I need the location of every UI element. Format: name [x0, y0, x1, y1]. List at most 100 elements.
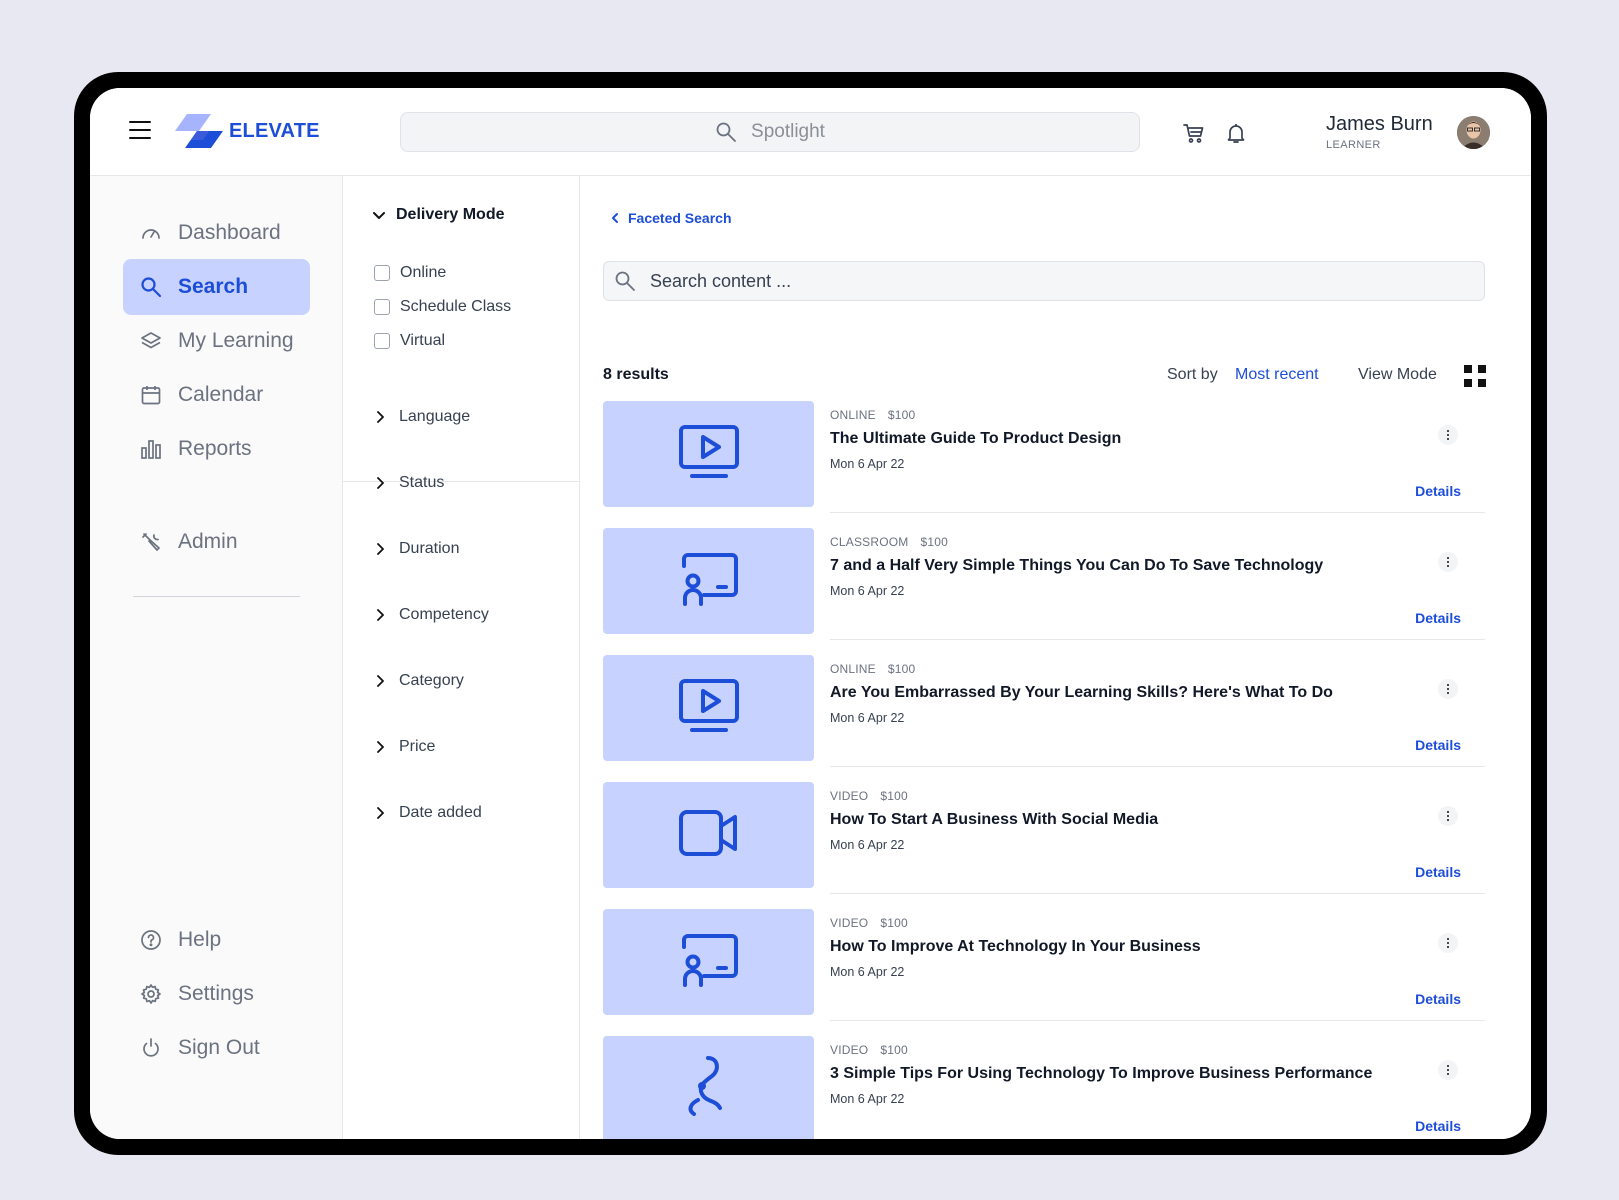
search-icon — [614, 270, 636, 292]
list-item: VIDEO$1003 Simple Tips For Using Technol… — [603, 1036, 1485, 1139]
more-options-icon[interactable] — [1438, 1060, 1458, 1080]
sidebar-item-sign-out[interactable]: Sign Out — [123, 1020, 310, 1076]
avatar[interactable] — [1457, 116, 1490, 149]
course-thumbnail[interactable] — [603, 909, 814, 1015]
grid-view-icon[interactable] — [1464, 365, 1486, 387]
sort-select[interactable]: Most recent — [1235, 366, 1319, 384]
sidebar-item-reports[interactable]: Reports — [123, 421, 310, 477]
sidebar-item-label: Help — [178, 928, 221, 952]
chevron-down-icon — [371, 207, 387, 223]
filter-status[interactable]: Status — [373, 474, 444, 492]
details-link[interactable]: Details — [1415, 991, 1461, 1007]
course-thumbnail[interactable] — [603, 528, 814, 634]
filter-label: Duration — [399, 540, 459, 558]
more-options-icon[interactable] — [1438, 552, 1458, 572]
details-link[interactable]: Details — [1415, 610, 1461, 626]
search-icon — [715, 121, 737, 143]
course-meta: VIDEO$100 — [830, 789, 908, 803]
filter-date-added[interactable]: Date added — [373, 804, 482, 822]
checkbox[interactable] — [374, 333, 390, 349]
sidebar-divider — [133, 596, 300, 597]
sidebar-item-settings[interactable]: Settings — [123, 966, 310, 1022]
main-content: Faceted Search Search content ... 8 resu… — [580, 176, 1531, 1139]
search-placeholder: Search content ... — [650, 271, 791, 292]
checkbox[interactable] — [374, 265, 390, 281]
details-link[interactable]: Details — [1415, 737, 1461, 753]
filter-label: Status — [399, 474, 444, 492]
checkbox-virtual[interactable]: Virtual — [374, 332, 445, 350]
brand-name: ELEVATE — [229, 120, 320, 143]
details-link[interactable]: Details — [1415, 483, 1461, 499]
course-title[interactable]: The Ultimate Guide To Product Design — [830, 430, 1121, 448]
filter-price[interactable]: Price — [373, 738, 435, 756]
spotlight-search[interactable]: Spotlight — [400, 112, 1140, 152]
breadcrumb[interactable]: Faceted Search — [610, 210, 732, 226]
more-options-icon[interactable] — [1438, 425, 1458, 445]
path-icon — [678, 1052, 740, 1127]
sidebar-item-calendar[interactable]: Calendar — [123, 367, 310, 423]
power-icon — [140, 1037, 162, 1059]
course-thumbnail[interactable] — [603, 1036, 814, 1139]
sidebar-item-my-learning[interactable]: My Learning — [123, 313, 310, 369]
course-thumbnail[interactable] — [603, 401, 814, 507]
filter-delivery-mode[interactable]: Delivery Mode — [371, 206, 504, 224]
course-date: Mon 6 Apr 22 — [830, 1092, 904, 1106]
cart-icon[interactable] — [1182, 121, 1206, 145]
filter-label: Price — [399, 738, 435, 756]
filter-language[interactable]: Language — [373, 408, 470, 426]
search-icon — [140, 276, 162, 298]
logo[interactable]: ELEVATE — [175, 114, 320, 148]
course-price: $100 — [880, 1043, 908, 1057]
details-link[interactable]: Details — [1415, 864, 1461, 880]
view-mode-label: View Mode — [1358, 366, 1437, 384]
content-search-input[interactable]: Search content ... — [603, 261, 1485, 301]
row-divider — [830, 766, 1485, 767]
course-price: $100 — [920, 535, 948, 549]
filter-competency[interactable]: Competency — [373, 606, 489, 624]
video-camera-icon — [678, 808, 740, 863]
sidebar-item-label: Calendar — [178, 383, 263, 407]
checkbox-schedule-class[interactable]: Schedule Class — [374, 298, 511, 316]
sidebar-item-dashboard[interactable]: Dashboard — [123, 205, 310, 261]
top-header: ELEVATE Spotlight James Burn LEARNER — [90, 88, 1531, 176]
list-item: ONLINE$100Are You Embarrassed By Your Le… — [603, 655, 1485, 760]
menu-icon[interactable] — [129, 121, 151, 139]
course-date: Mon 6 Apr 22 — [830, 711, 904, 725]
course-type: ONLINE — [830, 408, 876, 422]
bell-icon[interactable] — [1224, 121, 1248, 145]
list-item: VIDEO$100How To Improve At Technology In… — [603, 909, 1485, 1014]
checkbox-online[interactable]: Online — [374, 264, 446, 282]
course-type: CLASSROOM — [830, 535, 908, 549]
course-title[interactable]: 3 Simple Tips For Using Technology To Im… — [830, 1065, 1372, 1083]
device-frame: ELEVATE Spotlight James Burn LEARNER — [74, 72, 1547, 1155]
chevron-right-icon — [373, 806, 387, 820]
filter-label: Competency — [399, 606, 489, 624]
app-screen: ELEVATE Spotlight James Burn LEARNER — [90, 88, 1531, 1139]
more-options-icon[interactable] — [1438, 933, 1458, 953]
classroom-icon — [678, 932, 740, 993]
sidebar-item-search[interactable]: Search — [123, 259, 310, 315]
more-options-icon[interactable] — [1438, 679, 1458, 699]
course-thumbnail[interactable] — [603, 655, 814, 761]
course-title[interactable]: 7 and a Half Very Simple Things You Can … — [830, 557, 1323, 575]
breadcrumb-label: Faceted Search — [628, 210, 732, 226]
course-title[interactable]: How To Improve At Technology In Your Bus… — [830, 938, 1201, 956]
course-title[interactable]: How To Start A Business With Social Medi… — [830, 811, 1158, 829]
sidebar-item-help[interactable]: Help — [123, 912, 310, 968]
sidebar-item-admin[interactable]: Admin — [123, 514, 310, 570]
details-link[interactable]: Details — [1415, 1118, 1461, 1134]
filter-category[interactable]: Category — [373, 672, 464, 690]
user-name[interactable]: James Burn — [1326, 113, 1433, 136]
row-divider — [830, 512, 1485, 513]
row-divider — [830, 639, 1485, 640]
course-thumbnail[interactable] — [603, 782, 814, 888]
course-type: VIDEO — [830, 789, 868, 803]
spotlight-placeholder: Spotlight — [751, 121, 825, 143]
logo-mark-icon — [175, 114, 223, 148]
more-options-icon[interactable] — [1438, 806, 1458, 826]
course-title[interactable]: Are You Embarrassed By Your Learning Ski… — [830, 684, 1333, 702]
sidebar: Dashboard Search My Learning Calendar Re… — [90, 176, 343, 1139]
filter-duration[interactable]: Duration — [373, 540, 459, 558]
checkbox[interactable] — [374, 299, 390, 315]
bar-chart-icon — [140, 438, 162, 460]
